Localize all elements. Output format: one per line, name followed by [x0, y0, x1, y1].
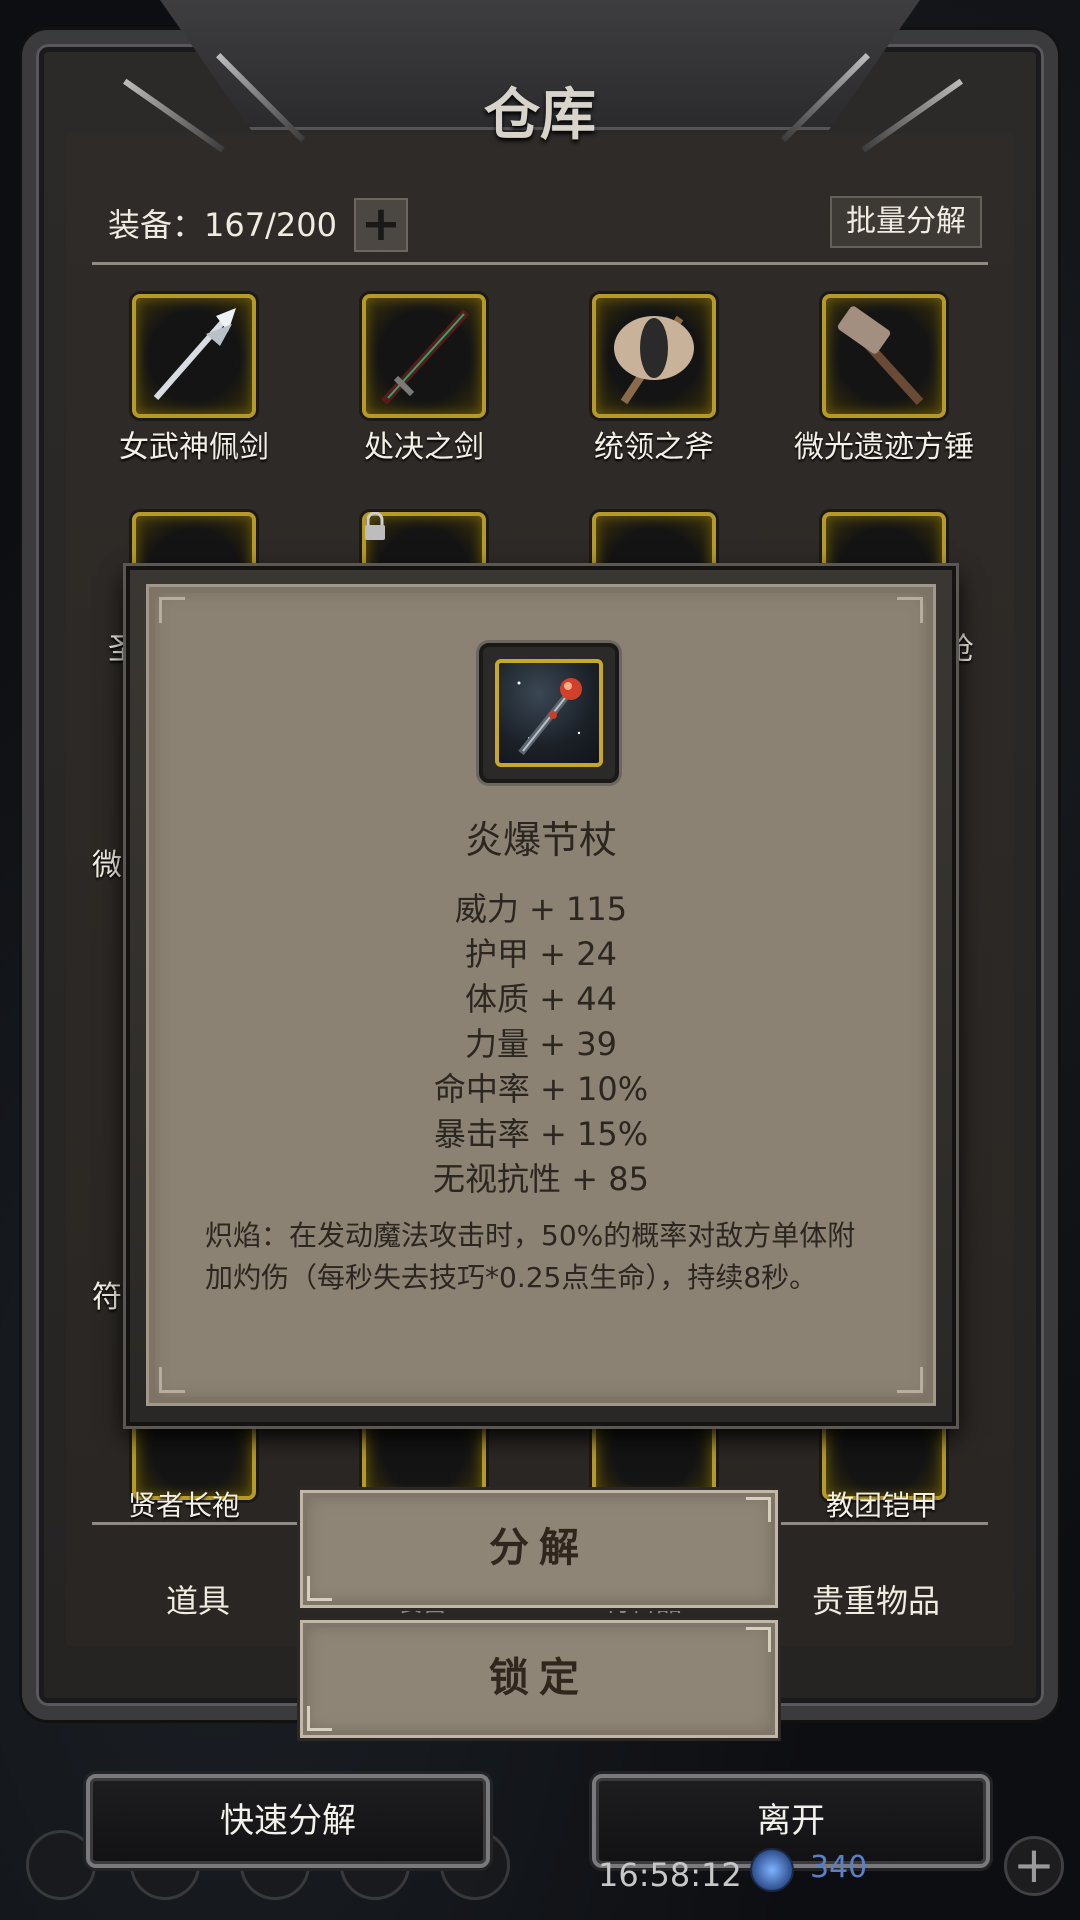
item-name: 女武神佩剑 — [119, 430, 269, 465]
lock-button[interactable]: 锁定 — [300, 1620, 778, 1738]
clock-text: 16:58:12 — [598, 1856, 742, 1894]
flame-scepter-icon — [495, 659, 603, 767]
grid-item[interactable]: 女武神佩剑 — [104, 294, 284, 466]
corner-ornament — [897, 597, 923, 623]
decompose-button[interactable]: 分解 — [300, 1490, 778, 1608]
gem-icon — [750, 1848, 794, 1892]
window-title: 仓库 — [484, 82, 596, 148]
popup-body: 炎爆节杖 威力 + 115 护甲 + 24 体质 + 44 力量 + 39 命中… — [146, 584, 936, 1406]
batch-decompose-button[interactable]: 批量分解 — [830, 196, 982, 248]
item-name-partial: 贤者长袍 — [128, 1489, 241, 1522]
corner-ornament — [897, 1367, 923, 1393]
add-icon[interactable]: + — [1004, 1836, 1064, 1896]
silver-spear-icon — [132, 294, 256, 418]
stats-list: 威力 + 115 护甲 + 24 体质 + 44 力量 + 39 命中率 + 1… — [149, 887, 933, 1202]
item-name-partial: 微 — [92, 848, 122, 883]
tab-valuables[interactable]: 贵重物品 — [812, 1576, 940, 1622]
stat-line: 护甲 + 24 — [465, 935, 617, 973]
grid-item[interactable]: 处决之剑 — [334, 294, 514, 466]
item-title: 炎爆节杖 — [464, 818, 617, 862]
corner-ornament — [159, 1367, 185, 1393]
item-name: 统领之斧 — [594, 430, 714, 465]
leave-button[interactable]: 离开 — [592, 1774, 990, 1868]
double-axe-icon — [592, 294, 716, 418]
stat-line: 力量 + 39 — [465, 1025, 617, 1063]
item-name: 处决之剑 — [364, 430, 484, 465]
equipment-count: 装备：167/200 — [108, 206, 337, 244]
item-description: 炽焰：在发动魔法攻击时，50%的概率对敌方单体附加灼伤（每秒失去技巧*0.25点… — [205, 1219, 856, 1294]
item-name-partial: 教团铠甲 — [826, 1489, 939, 1522]
warehammer-icon — [822, 294, 946, 418]
stat-line: 暴击率 + 15% — [433, 1115, 649, 1153]
divider — [92, 262, 988, 265]
grid-item[interactable]: 微光遗迹方锤 — [794, 294, 974, 466]
expand-capacity-button[interactable]: + — [354, 198, 408, 252]
item-detail-popup: 炎爆节杖 威力 + 115 护甲 + 24 体质 + 44 力量 + 39 命中… — [126, 566, 956, 1426]
quick-decompose-button[interactable]: 快速分解 — [86, 1774, 490, 1868]
stat-line: 命中率 + 10% — [433, 1070, 649, 1108]
stat-line: 威力 + 115 — [454, 890, 628, 928]
popup-icon-frame — [479, 643, 619, 783]
stat-line: 无视抗性 + 85 — [433, 1160, 649, 1198]
grid-item[interactable]: 统领之斧 — [564, 294, 744, 466]
gem-count: 340 — [810, 1850, 868, 1885]
tab-items[interactable]: 道具 — [166, 1576, 230, 1622]
corner-ornament — [159, 597, 185, 623]
lock-icon — [365, 512, 385, 540]
item-name-partial: 符 — [92, 1280, 122, 1315]
item-name: 微光遗迹方锤 — [794, 430, 974, 465]
stat-line: 体质 + 44 — [465, 980, 617, 1018]
dark-sword-icon — [362, 294, 486, 418]
